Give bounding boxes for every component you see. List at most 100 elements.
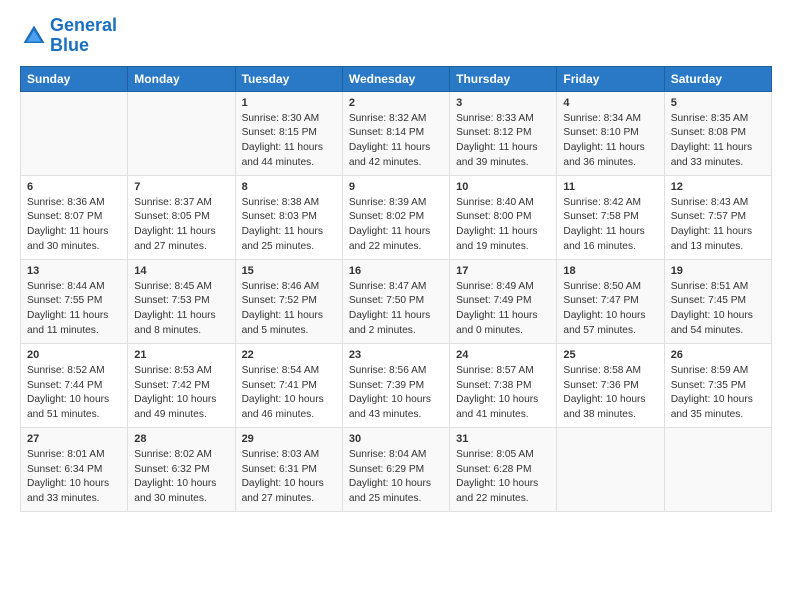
calendar-cell: 27Sunrise: 8:01 AM Sunset: 6:34 PM Dayli…: [21, 427, 128, 511]
cell-content: Sunrise: 8:39 AM Sunset: 8:02 PM Dayligh…: [349, 196, 443, 255]
cell-content: Sunrise: 8:38 AM Sunset: 8:03 PM Dayligh…: [242, 196, 336, 255]
calendar-cell: 30Sunrise: 8:04 AM Sunset: 6:29 PM Dayli…: [342, 427, 449, 511]
cell-content: Sunrise: 8:34 AM Sunset: 8:10 PM Dayligh…: [563, 112, 657, 171]
calendar-cell: 9Sunrise: 8:39 AM Sunset: 8:02 PM Daylig…: [342, 175, 449, 259]
calendar-cell: 21Sunrise: 8:53 AM Sunset: 7:42 PM Dayli…: [128, 343, 235, 427]
calendar-cell: [128, 91, 235, 175]
day-number: 14: [134, 264, 228, 280]
cell-content: Sunrise: 8:57 AM Sunset: 7:38 PM Dayligh…: [456, 364, 550, 423]
weekday-header-friday: Friday: [557, 66, 664, 91]
cell-content: Sunrise: 8:33 AM Sunset: 8:12 PM Dayligh…: [456, 112, 550, 171]
day-number: 30: [349, 432, 443, 448]
logo-icon: [20, 22, 48, 50]
weekday-header-monday: Monday: [128, 66, 235, 91]
calendar-cell: 2Sunrise: 8:32 AM Sunset: 8:14 PM Daylig…: [342, 91, 449, 175]
cell-content: Sunrise: 8:46 AM Sunset: 7:52 PM Dayligh…: [242, 280, 336, 339]
calendar-body: 1Sunrise: 8:30 AM Sunset: 8:15 PM Daylig…: [21, 91, 772, 511]
cell-content: Sunrise: 8:35 AM Sunset: 8:08 PM Dayligh…: [671, 112, 765, 171]
calendar-cell: 28Sunrise: 8:02 AM Sunset: 6:32 PM Dayli…: [128, 427, 235, 511]
day-number: 6: [27, 180, 121, 196]
day-number: 27: [27, 432, 121, 448]
day-number: 16: [349, 264, 443, 280]
weekday-header-sunday: Sunday: [21, 66, 128, 91]
day-number: 10: [456, 180, 550, 196]
cell-content: Sunrise: 8:44 AM Sunset: 7:55 PM Dayligh…: [27, 280, 121, 339]
calendar-cell: 14Sunrise: 8:45 AM Sunset: 7:53 PM Dayli…: [128, 259, 235, 343]
calendar-cell: 24Sunrise: 8:57 AM Sunset: 7:38 PM Dayli…: [450, 343, 557, 427]
calendar-row-0: 1Sunrise: 8:30 AM Sunset: 8:15 PM Daylig…: [21, 91, 772, 175]
day-number: 31: [456, 432, 550, 448]
weekday-header-saturday: Saturday: [664, 66, 771, 91]
weekday-row: SundayMondayTuesdayWednesdayThursdayFrid…: [21, 66, 772, 91]
day-number: 3: [456, 96, 550, 112]
calendar-table: SundayMondayTuesdayWednesdayThursdayFrid…: [20, 66, 772, 512]
calendar-cell: 22Sunrise: 8:54 AM Sunset: 7:41 PM Dayli…: [235, 343, 342, 427]
day-number: 19: [671, 264, 765, 280]
page: General Blue SundayMondayTuesdayWednesda…: [0, 0, 792, 522]
cell-content: Sunrise: 8:58 AM Sunset: 7:36 PM Dayligh…: [563, 364, 657, 423]
day-number: 11: [563, 180, 657, 196]
cell-content: Sunrise: 8:30 AM Sunset: 8:15 PM Dayligh…: [242, 112, 336, 171]
day-number: 28: [134, 432, 228, 448]
cell-content: Sunrise: 8:49 AM Sunset: 7:49 PM Dayligh…: [456, 280, 550, 339]
calendar-cell: 12Sunrise: 8:43 AM Sunset: 7:57 PM Dayli…: [664, 175, 771, 259]
day-number: 21: [134, 348, 228, 364]
day-number: 13: [27, 264, 121, 280]
calendar-row-3: 20Sunrise: 8:52 AM Sunset: 7:44 PM Dayli…: [21, 343, 772, 427]
day-number: 9: [349, 180, 443, 196]
cell-content: Sunrise: 8:45 AM Sunset: 7:53 PM Dayligh…: [134, 280, 228, 339]
calendar-cell: 3Sunrise: 8:33 AM Sunset: 8:12 PM Daylig…: [450, 91, 557, 175]
cell-content: Sunrise: 8:03 AM Sunset: 6:31 PM Dayligh…: [242, 448, 336, 507]
logo: General Blue: [20, 16, 117, 56]
calendar-cell: 6Sunrise: 8:36 AM Sunset: 8:07 PM Daylig…: [21, 175, 128, 259]
cell-content: Sunrise: 8:36 AM Sunset: 8:07 PM Dayligh…: [27, 196, 121, 255]
day-number: 23: [349, 348, 443, 364]
day-number: 8: [242, 180, 336, 196]
cell-content: Sunrise: 8:53 AM Sunset: 7:42 PM Dayligh…: [134, 364, 228, 423]
day-number: 5: [671, 96, 765, 112]
cell-content: Sunrise: 8:32 AM Sunset: 8:14 PM Dayligh…: [349, 112, 443, 171]
cell-content: Sunrise: 8:04 AM Sunset: 6:29 PM Dayligh…: [349, 448, 443, 507]
day-number: 4: [563, 96, 657, 112]
calendar-cell: 18Sunrise: 8:50 AM Sunset: 7:47 PM Dayli…: [557, 259, 664, 343]
day-number: 12: [671, 180, 765, 196]
cell-content: Sunrise: 8:59 AM Sunset: 7:35 PM Dayligh…: [671, 364, 765, 423]
day-number: 24: [456, 348, 550, 364]
header: General Blue: [20, 16, 772, 56]
cell-content: Sunrise: 8:56 AM Sunset: 7:39 PM Dayligh…: [349, 364, 443, 423]
calendar-cell: [557, 427, 664, 511]
calendar-cell: [664, 427, 771, 511]
cell-content: Sunrise: 8:54 AM Sunset: 7:41 PM Dayligh…: [242, 364, 336, 423]
weekday-header-wednesday: Wednesday: [342, 66, 449, 91]
cell-content: Sunrise: 8:37 AM Sunset: 8:05 PM Dayligh…: [134, 196, 228, 255]
cell-content: Sunrise: 8:50 AM Sunset: 7:47 PM Dayligh…: [563, 280, 657, 339]
calendar-cell: 23Sunrise: 8:56 AM Sunset: 7:39 PM Dayli…: [342, 343, 449, 427]
day-number: 1: [242, 96, 336, 112]
calendar-cell: 29Sunrise: 8:03 AM Sunset: 6:31 PM Dayli…: [235, 427, 342, 511]
day-number: 20: [27, 348, 121, 364]
calendar-header: SundayMondayTuesdayWednesdayThursdayFrid…: [21, 66, 772, 91]
calendar-cell: 8Sunrise: 8:38 AM Sunset: 8:03 PM Daylig…: [235, 175, 342, 259]
calendar-cell: 31Sunrise: 8:05 AM Sunset: 6:28 PM Dayli…: [450, 427, 557, 511]
calendar-cell: 13Sunrise: 8:44 AM Sunset: 7:55 PM Dayli…: [21, 259, 128, 343]
cell-content: Sunrise: 8:47 AM Sunset: 7:50 PM Dayligh…: [349, 280, 443, 339]
day-number: 29: [242, 432, 336, 448]
calendar-cell: 11Sunrise: 8:42 AM Sunset: 7:58 PM Dayli…: [557, 175, 664, 259]
cell-content: Sunrise: 8:43 AM Sunset: 7:57 PM Dayligh…: [671, 196, 765, 255]
calendar-cell: [21, 91, 128, 175]
calendar-cell: 5Sunrise: 8:35 AM Sunset: 8:08 PM Daylig…: [664, 91, 771, 175]
day-number: 15: [242, 264, 336, 280]
day-number: 26: [671, 348, 765, 364]
calendar-row-2: 13Sunrise: 8:44 AM Sunset: 7:55 PM Dayli…: [21, 259, 772, 343]
calendar-cell: 10Sunrise: 8:40 AM Sunset: 8:00 PM Dayli…: [450, 175, 557, 259]
calendar-cell: 20Sunrise: 8:52 AM Sunset: 7:44 PM Dayli…: [21, 343, 128, 427]
calendar-cell: 25Sunrise: 8:58 AM Sunset: 7:36 PM Dayli…: [557, 343, 664, 427]
cell-content: Sunrise: 8:52 AM Sunset: 7:44 PM Dayligh…: [27, 364, 121, 423]
weekday-header-tuesday: Tuesday: [235, 66, 342, 91]
calendar-cell: 16Sunrise: 8:47 AM Sunset: 7:50 PM Dayli…: [342, 259, 449, 343]
calendar-cell: 7Sunrise: 8:37 AM Sunset: 8:05 PM Daylig…: [128, 175, 235, 259]
logo-text: General Blue: [50, 16, 117, 56]
calendar-cell: 15Sunrise: 8:46 AM Sunset: 7:52 PM Dayli…: [235, 259, 342, 343]
cell-content: Sunrise: 8:05 AM Sunset: 6:28 PM Dayligh…: [456, 448, 550, 507]
cell-content: Sunrise: 8:40 AM Sunset: 8:00 PM Dayligh…: [456, 196, 550, 255]
